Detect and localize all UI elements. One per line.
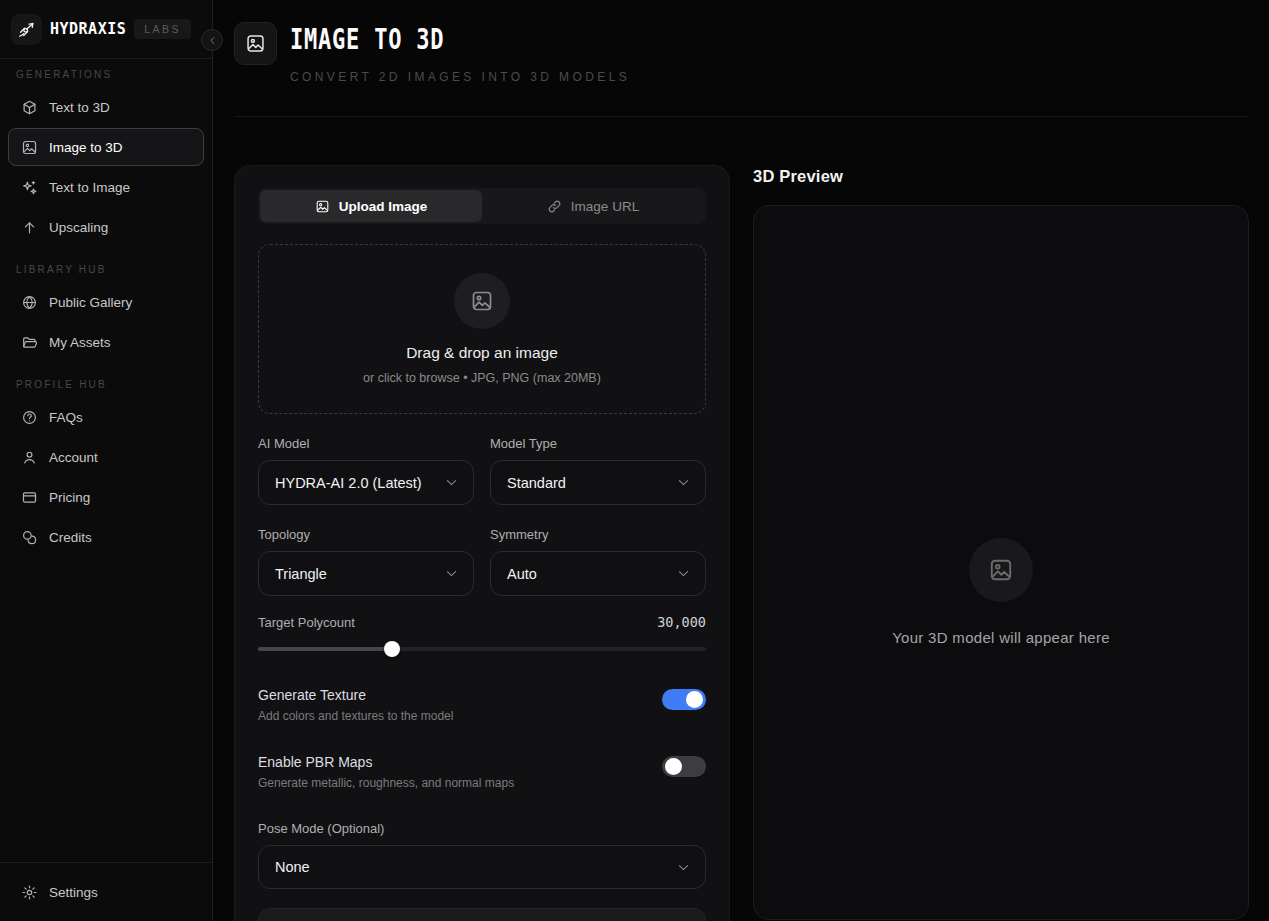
generate-texture-toggle[interactable] — [662, 689, 706, 710]
pose-mode-select[interactable]: None — [258, 845, 706, 889]
tab-upload-image[interactable]: Upload Image — [260, 190, 482, 222]
chevron-down-icon — [676, 475, 691, 490]
symmetry-label: Symmetry — [490, 527, 706, 542]
generate-texture-description: Add colors and textures to the model — [258, 709, 453, 723]
brand-badge: LABS — [134, 19, 191, 39]
preview-panel: Your 3D model will appear here — [753, 205, 1249, 920]
section-label-generations: GENERATIONS — [0, 69, 212, 80]
sidebar-collapse-button[interactable] — [201, 29, 223, 51]
page-subtitle: CONVERT 2D IMAGES INTO 3D MODELS — [290, 70, 630, 84]
coins-icon — [21, 529, 38, 546]
user-icon — [21, 449, 38, 466]
section-label-library-hub: LIBRARY HUB — [0, 264, 212, 275]
chevron-down-icon — [444, 566, 459, 581]
enable-pbr-toggle[interactable] — [662, 756, 706, 777]
card-icon — [21, 489, 38, 506]
sidebar-item-label: FAQs — [49, 410, 83, 425]
image-icon — [454, 273, 510, 329]
sidebar-item-label: Upscaling — [49, 220, 108, 235]
sidebar-item-label: Text to 3D — [49, 100, 110, 115]
sparkles-icon — [21, 179, 38, 196]
cube-icon — [21, 99, 38, 116]
sidebar-item-label: Account — [49, 450, 98, 465]
enable-pbr-row: Enable PBR Maps Generate metallic, rough… — [258, 754, 706, 790]
sidebar-item-text-to-image[interactable]: Text to Image — [8, 168, 204, 206]
sidebar-item-account[interactable]: Account — [8, 438, 204, 476]
globe-icon — [21, 294, 38, 311]
page-title: IMAGE TO 3D — [290, 25, 549, 54]
preview-column: 3D Preview Your 3D model will appear her… — [753, 165, 1249, 921]
source-tabs: Upload Image Image URL — [258, 188, 706, 224]
sidebar-item-label: Text to Image — [49, 180, 130, 195]
symmetry-select[interactable]: Auto — [490, 551, 706, 596]
chevron-down-icon — [676, 566, 691, 581]
generate-button-partial[interactable] — [258, 908, 706, 921]
generate-texture-row: Generate Texture Add colors and textures… — [258, 687, 706, 723]
page-header-image-icon — [234, 22, 277, 65]
sidebar-item-settings[interactable]: Settings — [8, 873, 204, 911]
sidebar-item-label: Image to 3D — [49, 140, 123, 155]
page-header: IMAGE TO 3D CONVERT 2D IMAGES INTO 3D MO… — [213, 0, 1269, 84]
tab-image-url[interactable]: Image URL — [482, 190, 704, 222]
image-dropzone[interactable]: Drag & drop an image or click to browse … — [258, 244, 706, 414]
topology-label: Topology — [258, 527, 474, 542]
preview-title: 3D Preview — [753, 165, 1249, 186]
dropzone-subtitle: or click to browse • JPG, PNG (max 20MB) — [363, 371, 601, 385]
target-polycount-group: Target Polycount 30,000 — [258, 614, 706, 656]
sidebar-item-credits[interactable]: Credits — [8, 518, 204, 556]
app-window: HYDRAXIS LABS GENERATIONS Text to 3D Ima… — [0, 0, 1269, 921]
help-icon — [21, 409, 38, 426]
section-label-profile-hub: PROFILE HUB — [0, 379, 212, 390]
sidebar-item-label: Public Gallery — [49, 295, 132, 310]
pose-mode-group: Pose Mode (Optional) None — [258, 821, 706, 889]
sidebar: HYDRAXIS LABS GENERATIONS Text to 3D Ima… — [0, 0, 213, 921]
arrow-up-icon — [21, 219, 38, 236]
generate-texture-label: Generate Texture — [258, 687, 453, 703]
target-polycount-value: 30,000 — [657, 614, 706, 630]
ai-model-select[interactable]: HYDRA-AI 2.0 (Latest) — [258, 460, 474, 505]
pose-mode-label: Pose Mode (Optional) — [258, 821, 706, 836]
chevron-down-icon — [676, 860, 691, 875]
sidebar-item-faqs[interactable]: FAQs — [8, 398, 204, 436]
image-icon — [315, 199, 330, 214]
sidebar-item-image-to-3d[interactable]: Image to 3D — [8, 128, 204, 166]
image-icon — [21, 139, 38, 156]
main-area: IMAGE TO 3D CONVERT 2D IMAGES INTO 3D MO… — [213, 0, 1269, 921]
sidebar-nav: GENERATIONS Text to 3D Image to 3D Text … — [0, 59, 212, 862]
sidebar-item-upscaling[interactable]: Upscaling — [8, 208, 204, 246]
gear-icon — [21, 884, 38, 901]
chevron-down-icon — [444, 475, 459, 490]
target-polycount-label: Target Polycount — [258, 615, 355, 630]
header-divider — [234, 116, 1249, 117]
sidebar-item-label: My Assets — [49, 335, 111, 350]
topology-select[interactable]: Triangle — [258, 551, 474, 596]
slider-thumb[interactable] — [384, 641, 400, 657]
sidebar-item-my-assets[interactable]: My Assets — [8, 323, 204, 361]
enable-pbr-label: Enable PBR Maps — [258, 754, 514, 770]
sidebar-footer: Settings — [0, 862, 212, 921]
sidebar-item-label: Pricing — [49, 490, 90, 505]
sidebar-item-label: Settings — [49, 885, 98, 900]
sidebar-item-pricing[interactable]: Pricing — [8, 478, 204, 516]
model-type-label: Model Type — [490, 436, 706, 451]
image-icon — [969, 538, 1033, 602]
enable-pbr-description: Generate metallic, roughness, and normal… — [258, 776, 514, 790]
image-to-3d-form-card: Upload Image Image URL Drag & drop an im… — [234, 165, 730, 921]
sidebar-item-text-to-3d[interactable]: Text to 3D — [8, 88, 204, 126]
brand-logo-icon — [11, 14, 42, 45]
brand-row: HYDRAXIS LABS — [0, 0, 212, 59]
preview-placeholder: Your 3D model will appear here — [892, 629, 1110, 646]
brand-name: HYDRAXIS — [50, 20, 126, 38]
dropzone-title: Drag & drop an image — [406, 344, 558, 362]
sidebar-item-public-gallery[interactable]: Public Gallery — [8, 283, 204, 321]
target-polycount-slider[interactable] — [258, 641, 706, 656]
ai-model-label: AI Model — [258, 436, 474, 451]
folder-icon — [21, 334, 38, 351]
link-icon — [547, 199, 562, 214]
sidebar-item-label: Credits — [49, 530, 92, 545]
model-type-select[interactable]: Standard — [490, 460, 706, 505]
